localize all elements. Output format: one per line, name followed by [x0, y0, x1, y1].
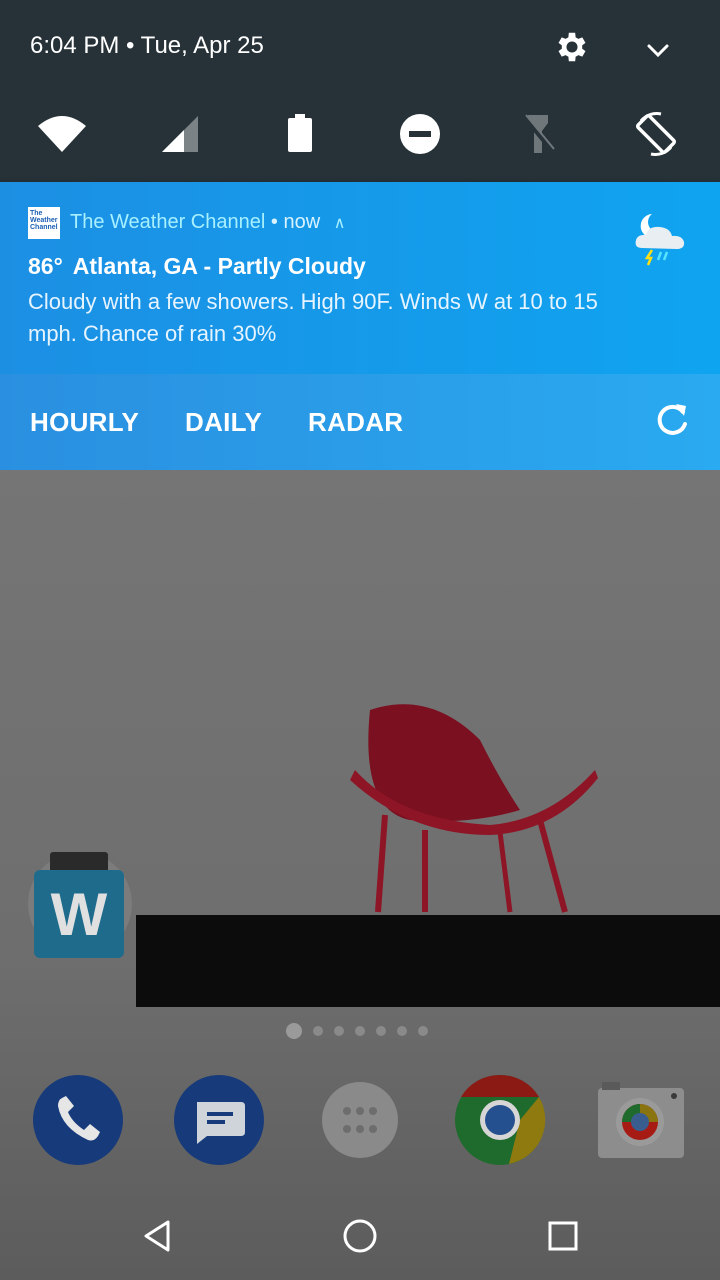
page-dot — [418, 1026, 428, 1036]
radar-action[interactable]: RADAR — [308, 404, 403, 440]
page-dot — [334, 1026, 344, 1036]
navigation-bar — [0, 1190, 720, 1280]
notification-header: The Weather Channel • now ∧ — [70, 206, 345, 240]
page-dot — [286, 1023, 302, 1039]
battery-icon — [288, 114, 312, 152]
chrome-icon[interactable] — [454, 1074, 546, 1166]
page-dot — [397, 1026, 407, 1036]
auto-rotate-icon — [635, 112, 677, 156]
phone-icon[interactable] — [32, 1074, 124, 1166]
hourly-action[interactable]: HOURLY — [30, 404, 139, 440]
app-name: The Weather Channel — [70, 211, 266, 233]
messages-icon[interactable] — [173, 1074, 265, 1166]
page-dot — [313, 1026, 323, 1036]
app-drawer-icon[interactable] — [314, 1074, 406, 1166]
weather-notification[interactable]: The Weather Channel The Weather Channel … — [0, 182, 720, 470]
page-dot — [376, 1026, 386, 1036]
battery-tile[interactable] — [272, 106, 328, 162]
recents-icon[interactable] — [541, 1214, 585, 1258]
page-indicator — [286, 1022, 439, 1040]
wifi-icon — [38, 116, 86, 152]
chevron-down-icon[interactable] — [640, 34, 676, 66]
time-date: 6:04 PM • Tue, Apr 25 — [30, 32, 264, 59]
header-separator: • — [270, 211, 278, 233]
home-icon[interactable] — [338, 1214, 382, 1258]
page-dot — [355, 1026, 365, 1036]
notification-body: Cloudy with a few showers. High 90F. Win… — [28, 289, 598, 346]
notification-time: now — [283, 211, 321, 233]
flashlight-tile[interactable] — [510, 106, 566, 162]
do-not-disturb-icon — [400, 114, 440, 154]
weather-channel-logo-icon: The Weather Channel — [28, 207, 60, 239]
w-app-icon[interactable]: W — [34, 870, 124, 958]
daily-action[interactable]: DAILY — [185, 404, 262, 440]
home-screen-wallpaper: W — [0, 470, 720, 1280]
flashlight-icon — [522, 114, 555, 153]
moon-cloud-thunder-icon — [635, 214, 685, 266]
notification-title: 86° Atlanta, GA - Partly Cloudy — [28, 250, 366, 282]
settings-gear-icon[interactable] — [553, 28, 591, 66]
chevron-up-icon[interactable]: ∧ — [334, 215, 346, 232]
wifi-tile[interactable] — [34, 106, 90, 162]
quick-settings-panel: 6:04 PM • Tue, Apr 25 — [0, 0, 720, 182]
notification-actions: HOURLY DAILY RADAR — [0, 374, 720, 470]
back-icon[interactable] — [136, 1214, 180, 1258]
temperature: 86° — [28, 253, 63, 279]
location-condition: Atlanta, GA - Partly Cloudy — [72, 253, 366, 279]
signal-icon — [162, 116, 198, 152]
shelf — [136, 915, 720, 1007]
camera-icon[interactable] — [594, 1074, 686, 1166]
auto-rotate-tile[interactable] — [628, 106, 684, 162]
refresh-icon[interactable] — [650, 398, 694, 442]
dnd-tile[interactable] — [392, 106, 448, 162]
red-chair-image — [350, 704, 598, 913]
cellular-tile[interactable] — [152, 106, 208, 162]
notification-content[interactable]: The Weather Channel The Weather Channel … — [0, 182, 720, 374]
